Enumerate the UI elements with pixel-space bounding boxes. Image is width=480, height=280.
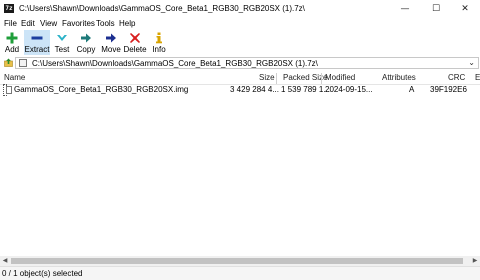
file-crc: 39F192E6	[430, 85, 467, 94]
column-name[interactable]: Name	[4, 73, 25, 82]
delete-x-icon	[130, 33, 140, 43]
path-field[interactable]: C:\Users\Shawn\Downloads\GammaOS_Core_Be…	[15, 57, 479, 69]
check-icon	[57, 35, 67, 41]
menu-help[interactable]: Help	[119, 19, 135, 28]
minimize-button[interactable]: —	[390, 0, 420, 18]
extract-button[interactable]: Extract	[24, 30, 50, 55]
info-label: Info	[152, 45, 166, 54]
file-name-cell[interactable]: GammaOS_Core_Beta1_RGB30_RGB20SX.img	[3, 84, 188, 96]
file-icon	[6, 86, 12, 94]
menu-favorites[interactable]: Favorites	[62, 19, 95, 28]
column-divider[interactable]	[276, 73, 277, 84]
column-divider[interactable]	[321, 73, 322, 84]
folder-up-icon[interactable]	[4, 58, 13, 67]
move-arrow-icon	[106, 33, 116, 43]
scroll-thumb[interactable]	[11, 258, 463, 264]
copy-button[interactable]: Copy	[75, 30, 97, 55]
file-packed-size: 1 539 789 1...	[281, 85, 330, 94]
menu-tools[interactable]: Tools	[96, 19, 115, 28]
minus-icon	[31, 36, 43, 40]
column-attributes[interactable]: Attributes	[382, 73, 416, 82]
delete-label: Delete	[123, 45, 147, 54]
add-label: Add	[4, 45, 20, 54]
app-icon: 7z	[4, 4, 14, 13]
status-bar: 0 / 1 object(s) selected	[0, 266, 480, 280]
maximize-button[interactable]: ☐	[421, 0, 451, 18]
add-button[interactable]: Add	[2, 30, 22, 55]
plus-icon	[6, 32, 18, 44]
column-size[interactable]: Size	[259, 73, 275, 82]
test-label: Test	[54, 45, 70, 54]
chevron-down-icon[interactable]: ⌄	[468, 58, 475, 67]
column-extra[interactable]: E	[475, 73, 480, 82]
menu-edit[interactable]: Edit	[21, 19, 35, 28]
info-icon	[156, 32, 162, 44]
path-text: C:\Users\Shawn\Downloads\GammaOS_Core_Be…	[32, 59, 318, 68]
address-bar: C:\Users\Shawn\Downloads\GammaOS_Core_Be…	[0, 56, 480, 70]
column-modified[interactable]: Modified	[325, 73, 355, 82]
delete-button[interactable]: Delete	[123, 30, 147, 55]
file-attributes: A	[409, 85, 415, 94]
test-button[interactable]: Test	[52, 30, 72, 55]
close-button[interactable]: ✕	[450, 0, 480, 18]
menu-view[interactable]: View	[40, 19, 57, 28]
column-crc[interactable]: CRC	[448, 73, 465, 82]
file-size: 3 429 284 4...	[230, 85, 279, 94]
title-bar: 7z C:\Users\Shawn\Downloads\GammaOS_Core…	[0, 0, 480, 18]
file-modified: 2024-09-15...	[325, 85, 373, 94]
copy-arrow-icon	[81, 33, 91, 43]
file-name: GammaOS_Core_Beta1_RGB30_RGB20SX.img	[14, 85, 189, 94]
toolbar: Add Extract Test Copy Move Delete Info	[0, 30, 480, 56]
copy-label: Copy	[76, 45, 96, 54]
menu-file[interactable]: File	[4, 19, 17, 28]
menu-bar: File Edit View Favorites Tools Help	[0, 18, 480, 30]
move-button[interactable]: Move	[100, 30, 122, 55]
window-title: C:\Users\Shawn\Downloads\GammaOS_Core_Be…	[19, 4, 305, 13]
extract-label: Extract	[24, 45, 50, 54]
table-row[interactable]: GammaOS_Core_Beta1_RGB30_RGB20SX.img 3 4…	[0, 84, 480, 96]
horizontal-scrollbar[interactable]: ◀ ▶	[0, 256, 480, 266]
move-label: Move	[101, 45, 121, 54]
selection-status: 0 / 1 object(s) selected	[2, 269, 83, 278]
info-button[interactable]: Info	[150, 30, 168, 55]
scroll-right-icon[interactable]: ▶	[470, 256, 480, 266]
scroll-left-icon[interactable]: ◀	[0, 256, 10, 266]
archive-icon	[19, 59, 27, 67]
